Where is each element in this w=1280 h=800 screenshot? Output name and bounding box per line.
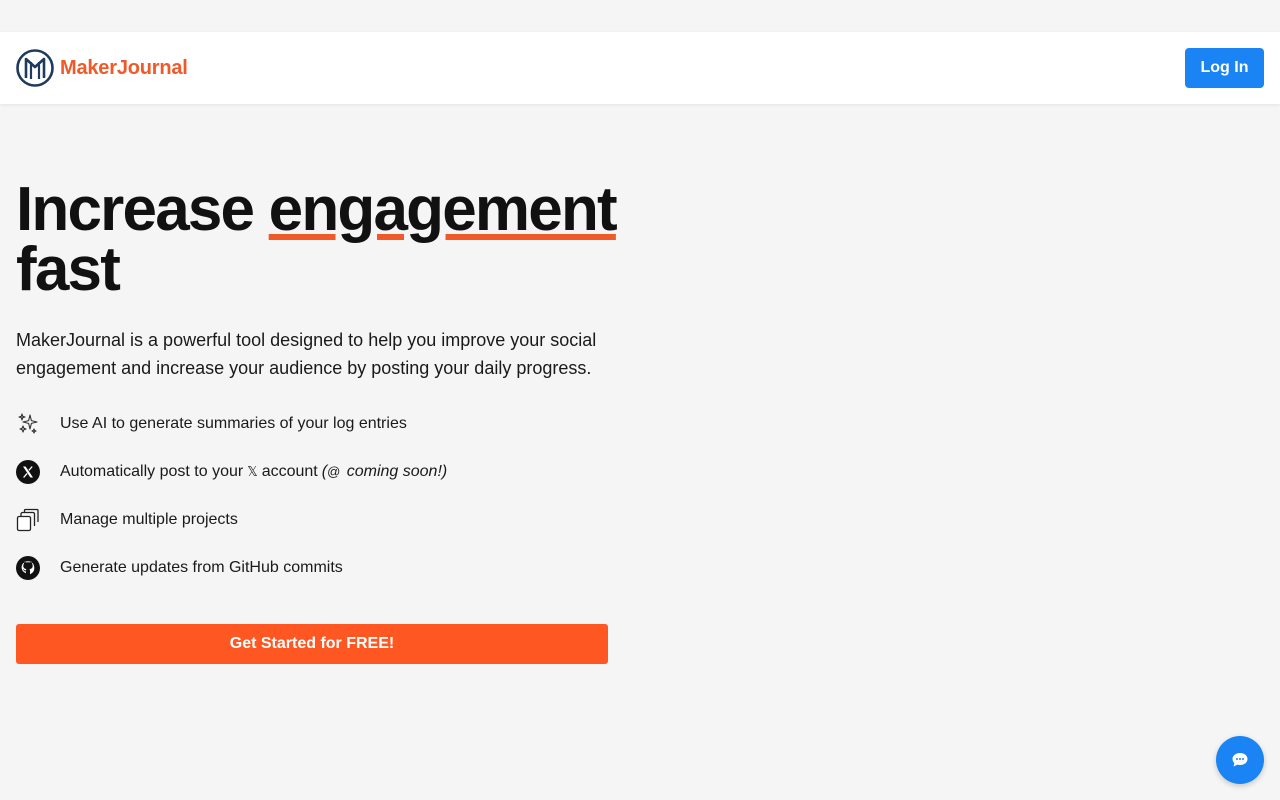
stacked-cards-icon (16, 508, 40, 532)
brand-link[interactable]: MakerJournal (16, 49, 188, 87)
login-button[interactable]: Log In (1185, 48, 1264, 88)
get-started-button[interactable]: Get Started for FREE! (16, 624, 608, 664)
chat-bubble-icon (1232, 753, 1248, 767)
hero-subtitle: MakerJournal is a powerful tool designed… (16, 330, 597, 378)
feature-text: Automatically post to your (60, 463, 244, 480)
feature-item: Automatically post to your 𝕏 account (@ … (16, 460, 616, 484)
threads-icon: @ (327, 464, 341, 479)
coming-soon-note: (@ coming soon!) (322, 463, 447, 481)
coming-soon-text: coming soon!) (346, 463, 448, 480)
x-logo-icon (16, 460, 40, 484)
sparkles-icon (16, 412, 40, 436)
feature-text-account: account (261, 463, 318, 480)
hero-section: Increase engagement fast MakerJournal is… (16, 179, 618, 664)
x-glyph-icon: 𝕏 (247, 464, 258, 479)
feature-text: Manage multiple projects (60, 511, 238, 528)
feature-text: Generate updates from GitHub commits (60, 559, 343, 576)
feature-item: Manage multiple projects (16, 508, 616, 532)
feature-text: Use AI to generate summaries of your log… (60, 415, 407, 432)
brand-name: MakerJournal (60, 56, 188, 79)
headline-highlight: engagement (268, 175, 618, 244)
page-title: Increase engagement fast (16, 179, 618, 301)
feature-item: Use AI to generate summaries of your log… (16, 412, 616, 436)
makerjournal-logo-icon (16, 49, 54, 87)
headline-text-end: fast (16, 235, 121, 304)
github-icon (16, 556, 40, 580)
feature-item: Generate updates from GitHub commits (16, 556, 616, 580)
feature-list: Use AI to generate summaries of your log… (16, 412, 616, 580)
site-header: MakerJournal Log In (0, 32, 1280, 104)
chat-widget-button[interactable] (1216, 736, 1264, 784)
headline-text: Increase (16, 175, 269, 244)
